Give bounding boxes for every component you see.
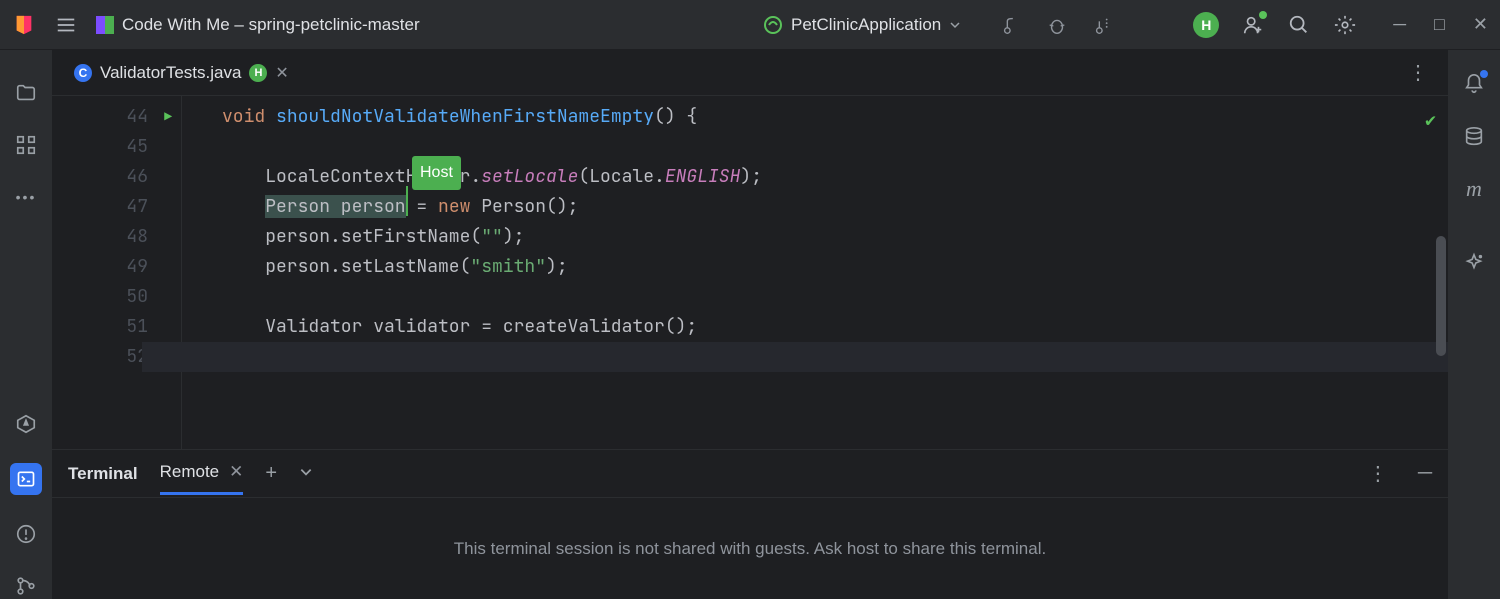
- maven-icon[interactable]: m: [1461, 176, 1487, 202]
- code-content[interactable]: ✔ Host void shouldNotValidateWhenFirstNa…: [182, 96, 1448, 449]
- line-number[interactable]: 48: [52, 222, 182, 252]
- run-config-selector[interactable]: PetClinicApplication: [763, 15, 961, 35]
- run-config-name: PetClinicApplication: [791, 15, 941, 35]
- project-title-text: Code With Me – spring-petclinic-master: [122, 15, 420, 35]
- line-number[interactable]: 44: [52, 102, 182, 132]
- chevron-down-icon: [949, 19, 961, 31]
- host-badge: H: [249, 64, 267, 82]
- editor-area: C ValidatorTests.java H ✕ ⋮ 44 45 46 47 …: [52, 50, 1448, 599]
- toolbar-right-icons: H: [1193, 12, 1357, 38]
- inspection-ok-icon[interactable]: ✔: [1425, 106, 1436, 136]
- line-number[interactable]: 45: [52, 132, 182, 162]
- left-sidebar: •••: [0, 50, 52, 599]
- database-icon[interactable]: [1461, 124, 1487, 150]
- add-terminal-icon[interactable]: +: [265, 462, 277, 485]
- structure-icon[interactable]: [13, 132, 39, 158]
- terminal-message: This terminal session is not shared with…: [52, 498, 1448, 599]
- current-line-highlight: [142, 342, 1448, 372]
- host-cursor-label: Host: [412, 156, 461, 190]
- title-bar: Code With Me – spring-petclinic-master P…: [0, 0, 1500, 50]
- line-number[interactable]: 49: [52, 252, 182, 282]
- terminal-tab-label: Remote: [160, 462, 220, 482]
- user-avatar[interactable]: H: [1193, 12, 1219, 38]
- terminal-dropdown-icon[interactable]: [299, 462, 313, 485]
- code-with-me-icon: [96, 16, 114, 34]
- invite-user-icon[interactable]: [1241, 13, 1265, 37]
- line-number[interactable]: 47: [52, 192, 182, 222]
- problems-icon[interactable]: [13, 521, 39, 547]
- editor-tabs: C ValidatorTests.java H ✕ ⋮: [52, 50, 1448, 96]
- close-tab-icon[interactable]: ✕: [275, 63, 288, 83]
- services-icon[interactable]: [13, 411, 39, 437]
- line-number[interactable]: 50: [52, 282, 182, 312]
- terminal-more-icon[interactable]: ⋮: [1368, 461, 1388, 486]
- project-title[interactable]: Code With Me – spring-petclinic-master: [96, 15, 420, 35]
- java-class-icon: C: [74, 64, 92, 82]
- code-editor[interactable]: 44 45 46 47 48 49 50 51 52 ✔ Host void s…: [52, 96, 1448, 449]
- close-terminal-tab-icon[interactable]: ✕: [229, 462, 243, 482]
- app-logo-icon[interactable]: [12, 13, 36, 37]
- run-icon[interactable]: [999, 13, 1023, 37]
- terminal-panel: Terminal Remote ✕ + ⋮ ─ This terminal se…: [52, 449, 1448, 599]
- more-run-icon[interactable]: [1091, 13, 1115, 37]
- host-caret: [406, 186, 408, 216]
- right-sidebar: m: [1448, 50, 1500, 599]
- settings-icon[interactable]: [1333, 13, 1357, 37]
- terminal-icon[interactable]: [10, 463, 42, 495]
- tab-filename: ValidatorTests.java: [100, 63, 241, 83]
- vcs-icon[interactable]: [13, 573, 39, 599]
- file-tab[interactable]: C ValidatorTests.java H ✕: [64, 50, 299, 96]
- toolbar-run-icons: [999, 13, 1115, 37]
- gutter[interactable]: 44 45 46 47 48 49 50 51 52: [52, 96, 182, 449]
- maximize-button[interactable]: □: [1434, 14, 1445, 35]
- project-icon[interactable]: [13, 80, 39, 106]
- ai-assistant-icon[interactable]: [1461, 250, 1487, 276]
- notifications-icon[interactable]: [1461, 72, 1487, 98]
- scrollbar[interactable]: [1436, 236, 1446, 356]
- more-tools-icon[interactable]: •••: [13, 184, 39, 210]
- terminal-title: Terminal: [68, 464, 138, 484]
- spring-icon: [763, 15, 783, 35]
- main-menu-icon[interactable]: [54, 13, 78, 37]
- hide-terminal-icon[interactable]: ─: [1418, 462, 1432, 485]
- debug-icon[interactable]: [1045, 13, 1069, 37]
- terminal-tab[interactable]: Remote ✕: [160, 462, 244, 495]
- close-button[interactable]: ✕: [1473, 14, 1488, 35]
- search-icon[interactable]: [1287, 13, 1311, 37]
- terminal-header: Terminal Remote ✕ + ⋮ ─: [52, 450, 1448, 498]
- line-number[interactable]: 51: [52, 312, 182, 342]
- tab-more-icon[interactable]: ⋮: [1408, 60, 1428, 85]
- line-number[interactable]: 46: [52, 162, 182, 192]
- window-controls: ─ □ ✕: [1393, 14, 1488, 35]
- minimize-button[interactable]: ─: [1393, 14, 1406, 35]
